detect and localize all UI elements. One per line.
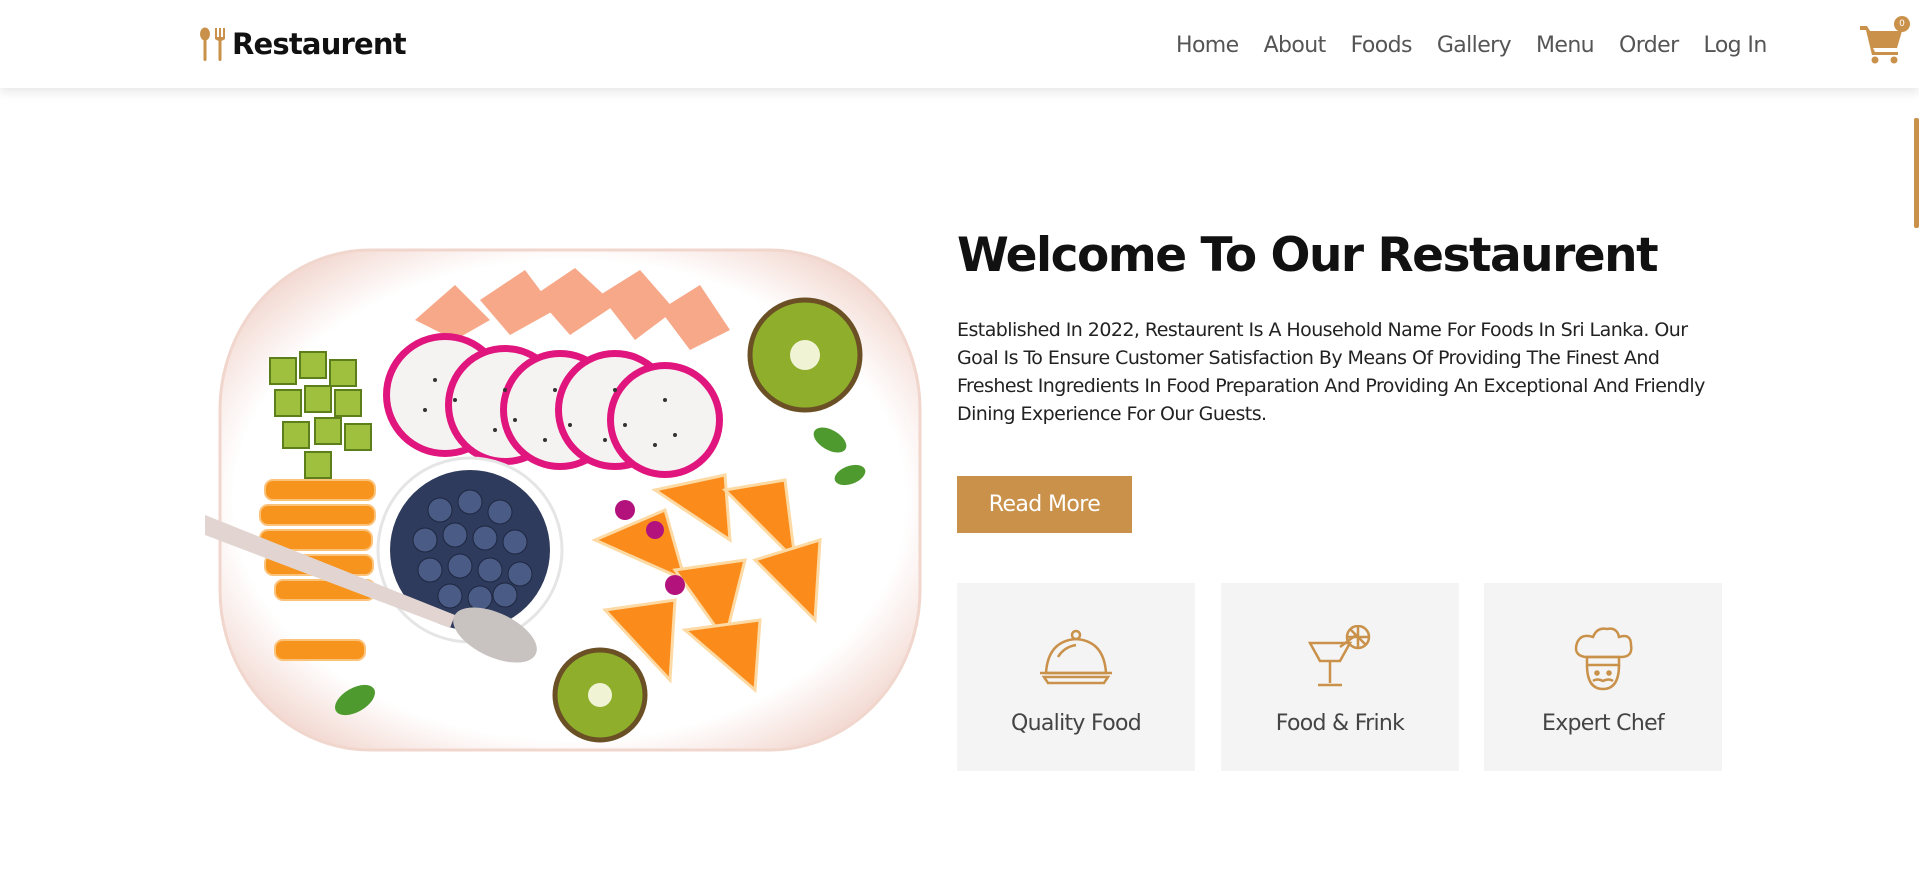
read-more-button[interactable]: Read More xyxy=(957,476,1132,533)
nav-order[interactable]: Order xyxy=(1619,28,1679,64)
cart-count-badge: 0 xyxy=(1894,16,1910,32)
nav-foods[interactable]: Foods xyxy=(1351,28,1413,64)
nav-gallery[interactable]: Gallery xyxy=(1437,28,1512,64)
main-nav: Home About Foods Gallery Menu Order Log … xyxy=(1176,28,1767,64)
feature-card-expert-chef: Expert Chef xyxy=(1484,583,1722,771)
feature-card-quality-food: Quality Food xyxy=(957,583,1195,771)
chef-icon xyxy=(1574,627,1633,691)
hero-description: Established In 2022, Restaurent Is A Hou… xyxy=(957,319,1705,425)
nav-menu[interactable]: Menu xyxy=(1536,28,1595,64)
cocktail-icon xyxy=(1307,625,1371,687)
cloche-icon xyxy=(1040,629,1112,685)
logo[interactable]: Restaurent xyxy=(198,24,407,64)
logo-text: Restaurent xyxy=(232,27,407,61)
feature-card-food-drink: Food & Frink xyxy=(1221,583,1459,771)
feature-label: Food & Frink xyxy=(1275,711,1405,736)
nav-login[interactable]: Log In xyxy=(1704,28,1768,64)
spoon-fork-icon xyxy=(200,27,225,61)
feature-label: Quality Food xyxy=(1011,711,1142,736)
hero-title: Welcome To Our Restaurent xyxy=(957,228,1659,283)
scroll-indicator[interactable] xyxy=(1914,118,1919,228)
site-header: Restaurent Home About Foods Gallery Menu… xyxy=(0,0,1919,88)
fruit-platter-image xyxy=(205,248,922,752)
feature-label: Expert Chef xyxy=(1542,711,1665,736)
nav-about[interactable]: About xyxy=(1264,28,1327,64)
nav-home[interactable]: Home xyxy=(1176,28,1239,64)
